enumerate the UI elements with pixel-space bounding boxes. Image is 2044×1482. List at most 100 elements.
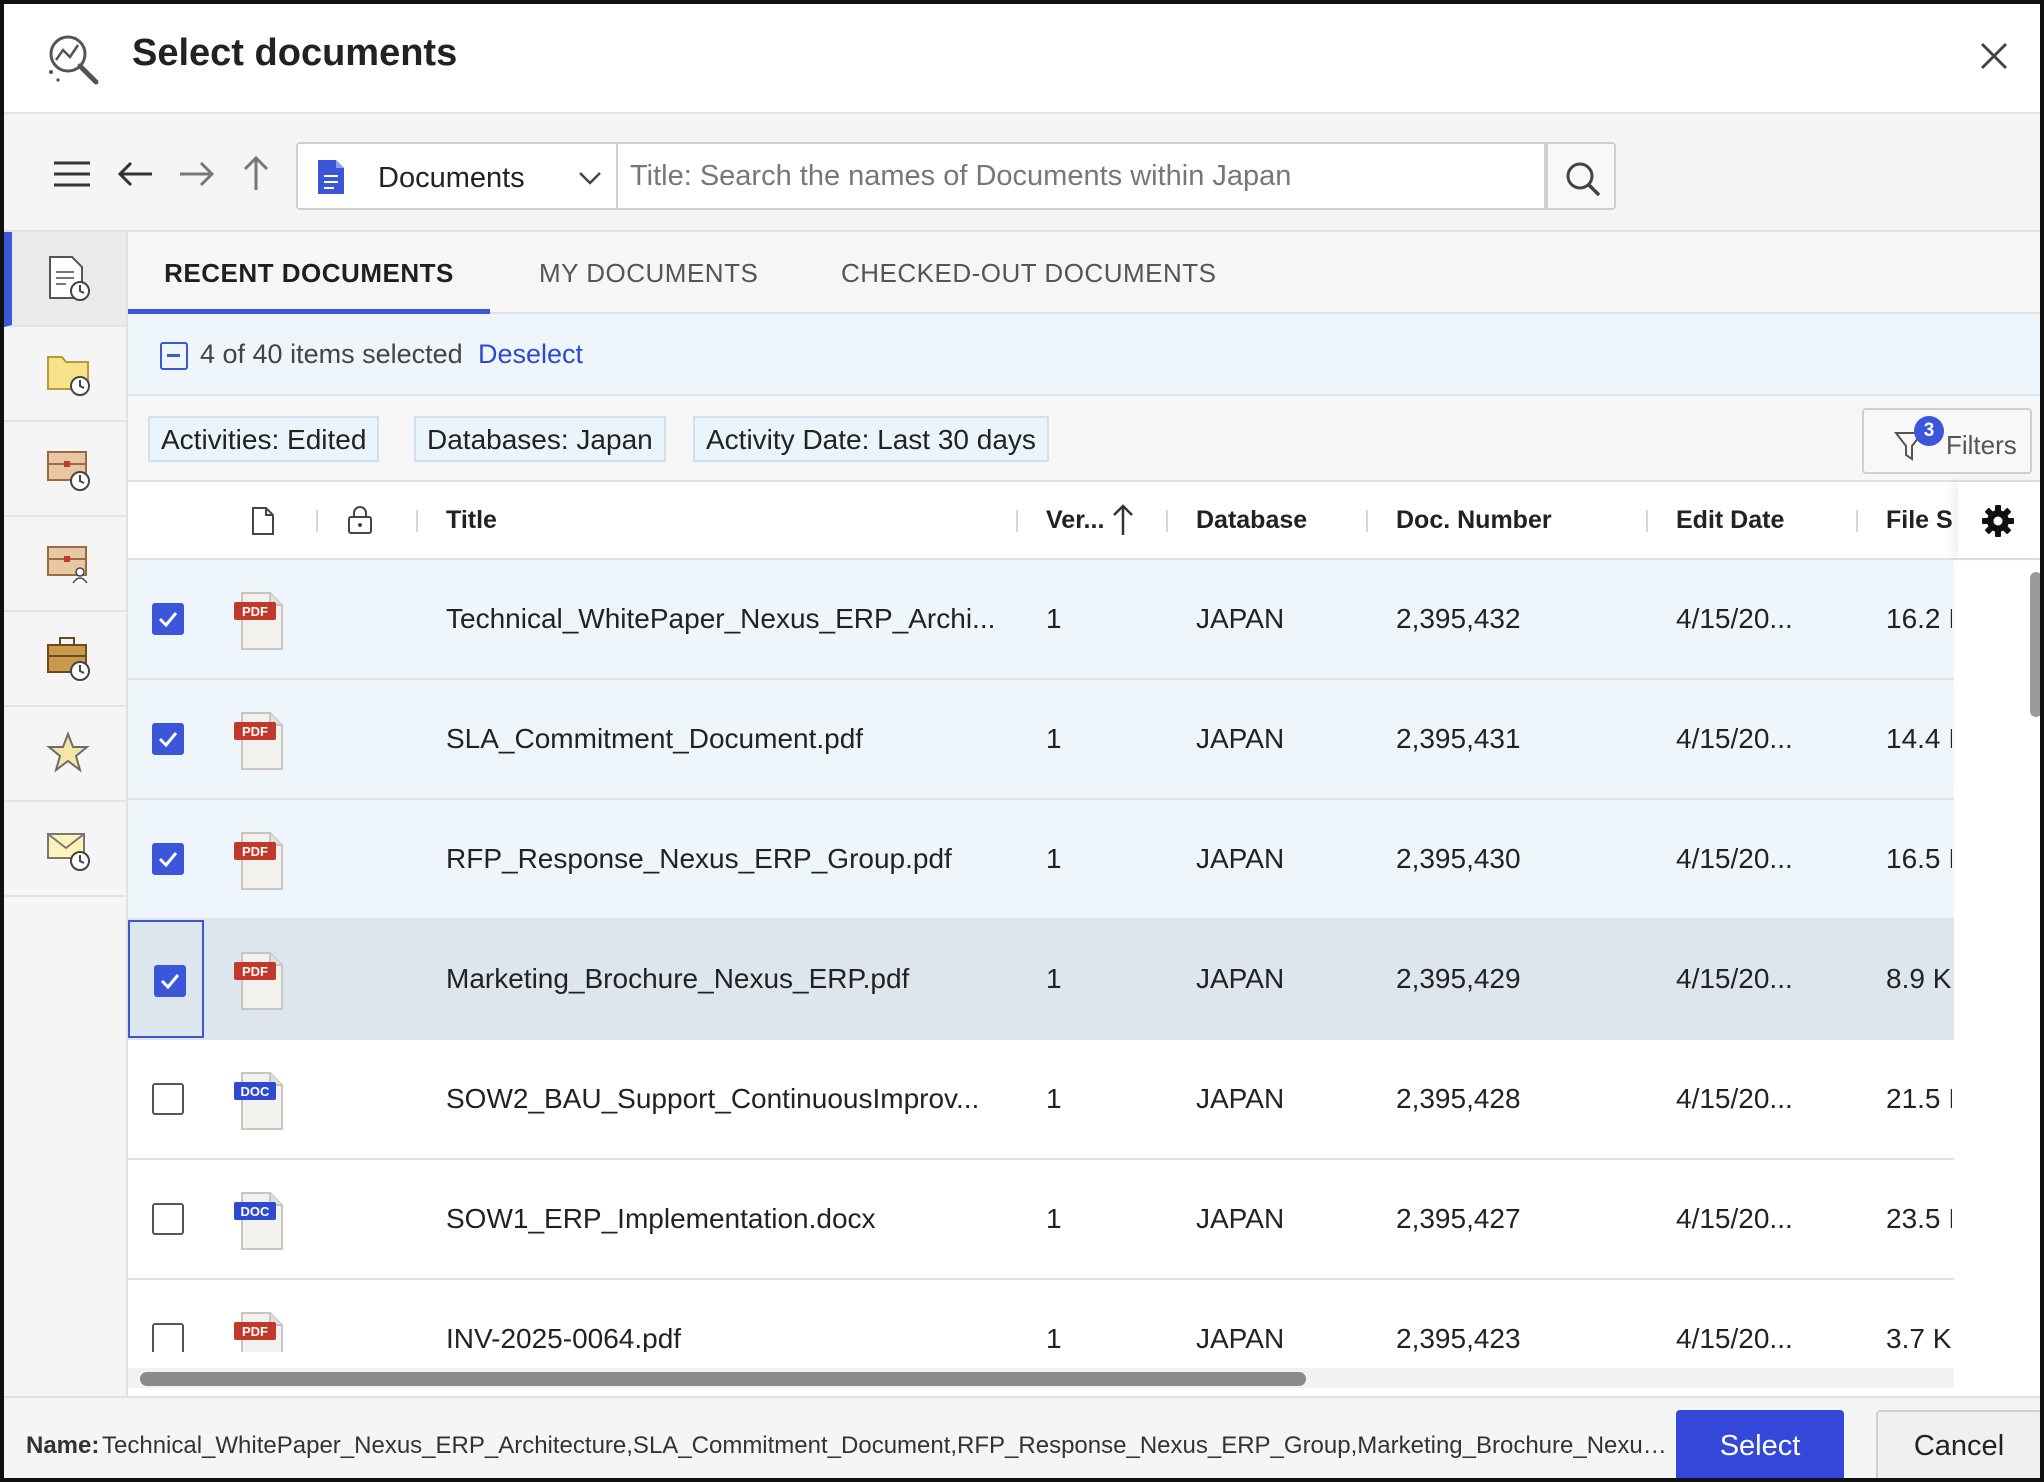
horizontal-scrollbar-track <box>128 1368 1954 1388</box>
row-checkbox[interactable] <box>152 1323 184 1352</box>
nav-recent-folders[interactable] <box>4 327 126 422</box>
forward-arrow-icon[interactable] <box>174 152 218 196</box>
row-checkbox-cell <box>128 920 204 1038</box>
column-separator <box>1166 510 1168 532</box>
sort-ascending-icon[interactable] <box>1110 502 1136 543</box>
row-checkbox[interactable] <box>152 723 184 755</box>
nav-favorites[interactable] <box>4 707 126 802</box>
cell-file-size: 8.9 KI <box>1886 963 1952 994</box>
cell-version: 1 <box>1046 723 1062 754</box>
search-input[interactable] <box>618 144 1544 208</box>
vertical-scrollbar[interactable] <box>2030 572 2040 717</box>
cell-version: 1 <box>1046 603 1062 634</box>
recent-matter-icon <box>47 451 90 491</box>
cell-edit-date: 4/15/20... <box>1676 1083 1793 1114</box>
table-body: PDF Technical_WhitePaper_Nexus_ERP_Archi.… <box>128 560 1954 1352</box>
cell-title: RFP_Response_Nexus_ERP_Group.pdf <box>446 843 952 874</box>
cell-file-size: 16.2 I <box>1886 603 1952 634</box>
nav-recent-matters[interactable] <box>4 422 126 517</box>
tab-my-documents[interactable]: MY DOCUMENTS <box>539 232 758 314</box>
filter-bar: Activities: Edited Databases: Japan Acti… <box>128 396 2040 482</box>
cancel-button[interactable]: Cancel <box>1876 1410 2040 1478</box>
cell-edit-date: 4/15/20... <box>1676 963 1793 994</box>
deselect-all-checkbox[interactable] <box>160 342 188 370</box>
column-separator <box>416 510 418 532</box>
matter-person-icon <box>47 546 88 584</box>
row-checkbox[interactable] <box>152 843 184 875</box>
table-row[interactable]: DOC SOW2_BAU_Support_ContinuousImprov... 1… <box>128 1040 1954 1160</box>
svg-text:PDF: PDF <box>242 724 268 739</box>
selection-count: 4 of 40 items selected <box>200 339 463 369</box>
select-button[interactable]: Select <box>1676 1410 1844 1478</box>
back-arrow-icon[interactable] <box>114 152 158 196</box>
cell-version: 1 <box>1046 1083 1062 1114</box>
search-box <box>616 142 1546 210</box>
row-checkbox[interactable] <box>152 1203 184 1235</box>
filter-chip-activities[interactable]: Activities: Edited <box>148 416 380 462</box>
toolbar: Documents <box>4 114 2040 232</box>
name-label: Name: <box>26 1432 100 1459</box>
row-checkbox[interactable] <box>152 603 184 635</box>
nav-my-matters[interactable] <box>4 517 126 612</box>
cell-database: JAPAN <box>1196 843 1285 874</box>
table-row[interactable]: PDF Marketing_Brochure_Nexus_ERP.pdf 1 JAPA… <box>128 920 1954 1040</box>
deselect-link[interactable]: Deselect <box>478 339 583 370</box>
location-dropdown[interactable]: Documents <box>296 142 616 210</box>
row-checkbox-cell <box>128 1280 204 1352</box>
table-row[interactable]: PDF Technical_WhitePaper_Nexus_ERP_Archi.… <box>128 560 1954 680</box>
column-header-version[interactable]: Ver... <box>1046 506 1104 535</box>
cell-edit-date: 4/15/20... <box>1676 1323 1793 1352</box>
lock-column-icon[interactable] <box>346 504 374 541</box>
nav-recent-workspaces[interactable] <box>4 612 126 707</box>
table-row[interactable]: PDF RFP_Response_Nexus_ERP_Group.pdf 1 JAPA… <box>128 800 1954 920</box>
selected-names: Technical_WhitePaper_Nexus_ERP_Architect… <box>102 1432 1667 1459</box>
pdf-file-icon: PDF <box>232 590 288 657</box>
cell-title: INV-2025-0064.pdf <box>446 1323 682 1352</box>
table-row[interactable]: DOC SOW1_ERP_Implementation.docx 1 JAPAN 2,3… <box>128 1160 1954 1280</box>
cell-version: 1 <box>1046 1203 1062 1234</box>
cell-file-size: 16.5 I <box>1886 843 1952 874</box>
column-header-title[interactable]: Title <box>446 506 497 535</box>
row-checkbox-cell <box>128 1160 204 1278</box>
column-header-doc-number[interactable]: Doc. Number <box>1396 506 1552 535</box>
doc-file-icon: DOC <box>232 1190 288 1257</box>
horizontal-scrollbar[interactable] <box>140 1372 1306 1386</box>
filter-chip-activity-date[interactable]: Activity Date: Last 30 days <box>693 416 1049 462</box>
search-button[interactable] <box>1546 142 1616 210</box>
up-arrow-icon[interactable] <box>234 152 278 196</box>
cell-version: 1 <box>1046 1323 1062 1352</box>
cell-database: JAPAN <box>1196 963 1285 994</box>
nav-recent-documents[interactable] <box>4 232 126 327</box>
close-icon[interactable] <box>1974 36 2014 76</box>
filters-button[interactable]: 3 Filters <box>1862 408 2032 474</box>
row-checkbox[interactable] <box>154 965 186 997</box>
location-label: Documents <box>378 162 525 194</box>
star-icon <box>46 731 90 773</box>
search-icon <box>1566 162 1601 197</box>
svg-text:DOC: DOC <box>241 1204 271 1219</box>
svg-text:PDF: PDF <box>242 604 268 619</box>
row-checkbox[interactable] <box>152 1083 184 1115</box>
filter-chip-databases[interactable]: Databases: Japan <box>414 416 666 462</box>
cell-edit-date: 4/15/20... <box>1676 1203 1793 1234</box>
tab-checked-out-documents[interactable]: CHECKED-OUT DOCUMENTS <box>841 232 1216 314</box>
column-settings-button[interactable] <box>1958 482 2040 558</box>
tab-recent-documents[interactable]: RECENT DOCUMENTS <box>128 232 490 314</box>
cell-doc-number: 2,395,423 <box>1396 1323 1521 1352</box>
cell-doc-number: 2,395,427 <box>1396 1203 1521 1234</box>
column-separator <box>316 510 318 532</box>
pdf-file-icon: PDF <box>232 1310 288 1352</box>
cell-version: 1 <box>1046 843 1062 874</box>
cell-edit-date: 4/15/20... <box>1676 843 1793 874</box>
column-header-database[interactable]: Database <box>1196 506 1307 535</box>
menu-icon[interactable] <box>50 152 94 196</box>
column-header-file-size[interactable]: File Si <box>1886 506 1952 535</box>
file-type-column-icon[interactable] <box>250 506 276 541</box>
table-row[interactable]: PDF INV-2025-0064.pdf 1 JAPAN 2,395,423 4/15/… <box>128 1280 1954 1352</box>
row-checkbox-cell <box>128 1040 204 1158</box>
dialog-header: Select documents <box>4 4 2040 114</box>
analytics-search-icon <box>44 30 104 90</box>
nav-recent-emails[interactable] <box>4 802 126 897</box>
table-row[interactable]: PDF SLA_Commitment_Document.pdf 1 JAPAN 2,39… <box>128 680 1954 800</box>
column-header-edit-date[interactable]: Edit Date <box>1676 506 1784 535</box>
